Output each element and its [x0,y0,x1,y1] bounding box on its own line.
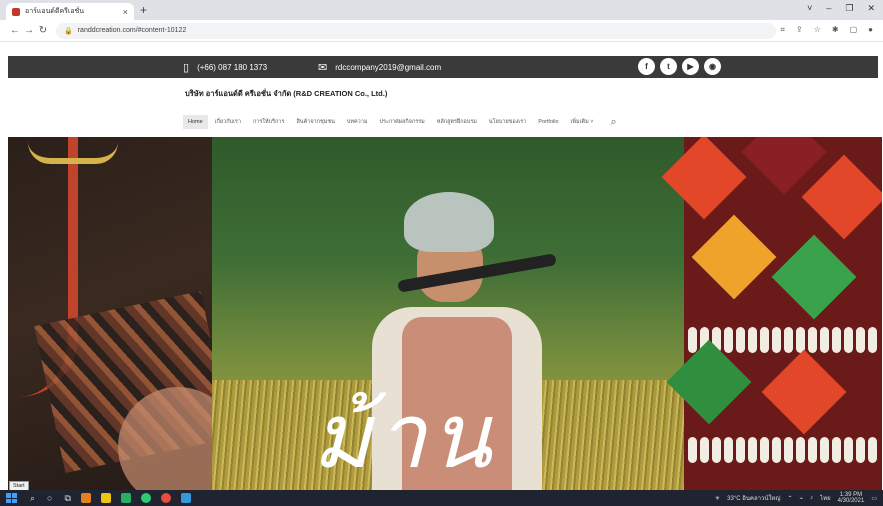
opera-icon[interactable] [160,493,171,503]
back-icon[interactable]: ← [8,25,22,36]
share-icon[interactable]: ⇪ [796,25,803,35]
line-icon[interactable]: ◉ [704,58,721,75]
cortana-icon[interactable]: ○ [47,493,52,503]
hero-center-image: ม้าน [212,137,684,490]
system-tray: ☀ 33°C อินคลาวน์ใหญ่ ⌃ ⌁ ♪ ไทย 1:39 PM 4… [715,490,877,506]
hero-left-image [8,137,238,490]
site-favicon-icon [12,7,20,16]
app-icon[interactable] [80,493,91,503]
tab-search-icon[interactable]: ˅ [807,3,812,14]
extensions-puzzle-icon[interactable]: ✱ [832,25,839,35]
extension-icons: ⌗ ⇪ ☆ ✱ ▢ ● [781,25,874,35]
menu-item-policy[interactable]: นโยบายของเรา [484,114,531,130]
hero-right-image [661,137,882,490]
task-view-icon[interactable]: ⧉ [64,493,70,504]
phone-number: (+66) 087 180 1373 [197,62,268,72]
windows-taskbar: ⌕ ○ ⧉ ☀ 33°C อินคลาวน์ใหญ่ ⌃ ⌁ ♪ ไทย 1:3… [0,490,883,506]
app-icon[interactable] [180,493,191,503]
file-explorer-icon[interactable] [100,493,111,503]
tray-chevron-icon[interactable]: ⌃ [787,495,792,502]
weather-text[interactable]: 33°C อินคลาวน์ใหญ่ [727,493,780,503]
menu-item-courses[interactable]: หลักสูตรฝึกอบรม [432,114,482,130]
shell-row [684,437,882,463]
hero-banner: ม้าน [8,137,882,490]
embroidery-red [761,349,847,435]
browser-tab-strip: อาร์แอนด์ดีครีเอชั่น × + ˅ – ❐ ✕ [0,0,883,20]
lock-icon[interactable]: 🔒 [64,27,73,35]
clock-date: 4/30/2021 [837,498,865,504]
embroidery-orange [691,214,777,300]
menu-item-services[interactable]: การให้บริการ [248,114,290,130]
app-icon[interactable] [120,493,131,503]
url-text: randdcreation.com/#content-10122 [77,27,187,34]
network-icon[interactable]: ⌁ [800,495,804,502]
language-indicator[interactable]: ไทย [820,493,831,503]
menu-item-announcements[interactable]: ประกาศผลกิจกรรม [374,114,429,130]
youtube-icon[interactable]: ▶ [682,58,699,75]
phone-contact[interactable]: ▯ (+66) 087 180 1373 [183,56,267,78]
tab-title: อาร์แอนด์ดีครีเอชั่น [25,8,85,15]
profile-icon[interactable]: ● [868,25,873,35]
browser-tab[interactable]: อาร์แอนด์ดีครีเอชั่น × [6,3,134,20]
man-headwrap [404,192,494,252]
restore-button[interactable]: ❐ [845,3,853,14]
menu-item-community-products[interactable]: สินค้าจากชุมชน [291,114,339,130]
window-controls: ˅ – ❐ ✕ [807,3,875,14]
menu-item-more[interactable]: เพิ่มเติม [566,114,599,130]
weather-icon[interactable]: ☀ [715,495,720,502]
phone-icon: ▯ [183,61,190,74]
embroidery-green [771,234,857,320]
close-window-button[interactable]: ✕ [867,3,875,14]
minimize-button[interactable]: – [826,3,831,14]
chrome-icon[interactable] [140,493,151,503]
search-icon[interactable]: ⌕ [611,116,617,129]
tab-close-icon[interactable]: × [123,7,128,17]
forward-icon[interactable]: → [22,25,36,36]
menu-item-about[interactable]: เกี่ยวกับเรา [210,114,246,130]
webpage: ▯ (+66) 087 180 1373 ✉ rdccompany2019@gm… [0,42,883,490]
clock[interactable]: 1:39 PM 4/30/2021 [838,492,865,504]
facebook-icon[interactable]: f [638,58,655,75]
volume-icon[interactable]: ♪ [810,495,813,501]
hero-script-title: ม้าน [312,384,496,489]
company-name[interactable]: บริษัท อาร์แอนด์ดี ครีเอชั่น จำกัด (R&D … [185,88,387,100]
address-bar-row: ← → ↻ 🔒 randdcreation.com/#content-10122 [0,20,883,42]
menu-item-articles[interactable]: บทความ [342,114,373,130]
bookmark-star-icon[interactable]: ☆ [814,25,821,35]
new-tab-button[interactable]: + [140,3,147,17]
notifications-icon[interactable]: ▭ [871,495,877,502]
social-links: f t ▶ ◉ [638,58,721,75]
embroidered-collar [28,142,118,164]
reload-icon[interactable]: ↻ [36,25,50,36]
contact-bar: ▯ (+66) 087 180 1373 ✉ rdccompany2019@gm… [8,56,878,78]
start-button[interactable] [4,491,18,505]
menu-item-home[interactable]: Home [183,115,208,129]
twitter-icon[interactable]: t [660,58,677,75]
translate-icon[interactable]: ⌗ [781,25,786,35]
envelope-icon: ✉ [318,61,328,74]
email-address: rdccompany2019@gmail.com [335,62,442,72]
embroidery-red [801,154,882,240]
email-contact[interactable]: ✉ rdccompany2019@gmail.com [318,56,441,78]
search-icon[interactable]: ⌕ [30,493,35,504]
url-field[interactable]: 🔒 randdcreation.com/#content-10122 [56,22,776,39]
main-menu: Home เกี่ยวกับเรา การให้บริการ สินค้าจาก… [183,113,617,131]
side-panel-icon[interactable]: ▢ [850,25,858,35]
menu-item-portfolio[interactable]: Portfolio [533,115,563,129]
